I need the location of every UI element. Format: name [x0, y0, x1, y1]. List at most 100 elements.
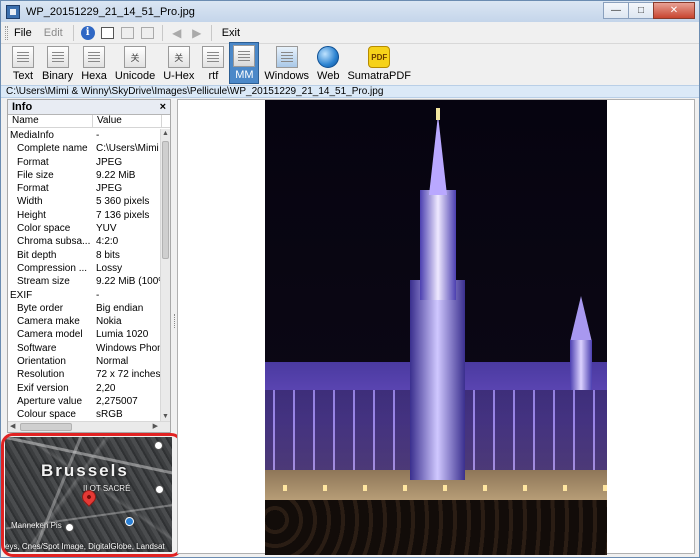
- hex-view-icon: [83, 46, 106, 68]
- scroll-left-icon[interactable]: ◀: [10, 422, 15, 432]
- minimize-button[interactable]: —: [603, 2, 629, 19]
- info-row-name: Software: [17, 342, 57, 354]
- info-row[interactable]: Chroma subsa... 4:2:0: [8, 235, 160, 248]
- info-row[interactable]: Camera make Nokia: [8, 315, 160, 328]
- info-button[interactable]: i: [80, 25, 96, 41]
- info-row-name: Resolution: [17, 369, 65, 381]
- tool-rtf[interactable]: rtf: [199, 44, 227, 84]
- info-row-value: 5 360 pixels: [96, 196, 150, 208]
- image-viewer[interactable]: [177, 99, 695, 555]
- info-row[interactable]: Format JPEG: [8, 182, 160, 195]
- print-button[interactable]: [140, 25, 156, 41]
- photo-tower-upper: [420, 190, 456, 300]
- info-row-name: Camera make: [17, 316, 80, 328]
- info-row-value: sRGB: [96, 409, 123, 421]
- tool-windows[interactable]: Windows: [261, 44, 312, 84]
- scroll-thumb[interactable]: [162, 141, 169, 259]
- hscroll-thumb[interactable]: [20, 423, 72, 431]
- print-icon: [141, 26, 155, 39]
- tool-hexa[interactable]: Hexa: [78, 44, 110, 84]
- tool-mm[interactable]: MM: [229, 42, 260, 84]
- info-section-row[interactable]: EXIF -: [8, 289, 160, 302]
- info-row[interactable]: Compression ... Lossy: [8, 262, 160, 275]
- menu-separator-2: [161, 24, 163, 41]
- info-row[interactable]: Aperture value 2,275007: [8, 395, 160, 408]
- info-row-value: 2,20: [96, 382, 116, 394]
- info-row[interactable]: Complete name C:\Users\Mimi: [8, 142, 160, 155]
- info-list: MediaInfo - Complete name C:\Users\Mimi Form…: [8, 129, 160, 422]
- scroll-up-icon[interactable]: ▲: [161, 129, 170, 138]
- info-row-name: Byte order: [17, 302, 64, 314]
- info-column-headers: Name Value: [8, 115, 170, 128]
- tool-binary[interactable]: Binary: [39, 44, 76, 84]
- tool-web[interactable]: Web: [314, 44, 342, 84]
- tool-sumatrapdf[interactable]: PDF SumatraPDF: [344, 44, 414, 84]
- info-row[interactable]: Color space YUV: [8, 222, 160, 235]
- web-globe-icon: [317, 46, 340, 68]
- close-button[interactable]: ✕: [653, 2, 695, 19]
- info-row-value: Normal: [96, 356, 129, 368]
- menu-bar: File Edit i ◀ ▶ Exit: [1, 22, 699, 44]
- photo-lights: [265, 485, 607, 491]
- tool-u-hex[interactable]: 关 U-Hex: [160, 44, 197, 84]
- info-row[interactable]: Exif version 2,20: [8, 382, 160, 395]
- info-row[interactable]: Orientation Normal: [8, 355, 160, 368]
- info-row-name: Color space: [17, 223, 71, 235]
- info-row-value: Windows Phon: [96, 342, 160, 354]
- tool-text[interactable]: Text: [9, 44, 37, 84]
- info-panel-title: Info: [12, 101, 33, 113]
- info-panel-close-button[interactable]: ×: [160, 100, 166, 114]
- info-row-name: MediaInfo: [10, 130, 54, 141]
- tool-label: Text: [12, 70, 34, 82]
- info-row[interactable]: Height 7 136 pixels: [8, 209, 160, 222]
- map-highlight-annotation: [1, 433, 183, 557]
- window-controls: — □ ✕: [603, 2, 695, 19]
- scroll-down-icon[interactable]: ▼: [161, 412, 170, 421]
- info-row-name: Format: [17, 183, 49, 195]
- photo-grand-place-town-hall: [265, 100, 607, 555]
- info-row[interactable]: Colour space sRGB: [8, 408, 160, 421]
- info-row-name: File size: [17, 169, 54, 181]
- info-horizontal-scrollbar[interactable]: ◀ ▶: [8, 421, 170, 432]
- menu-edit[interactable]: Edit: [38, 27, 69, 39]
- menu-separator-3: [210, 24, 212, 41]
- tool-unicode[interactable]: 关 Unicode: [112, 44, 158, 84]
- info-vertical-scrollbar[interactable]: ▲ ▼: [160, 129, 170, 421]
- photo-crowd: [265, 500, 607, 555]
- photo-tower: [410, 280, 465, 480]
- info-row[interactable]: Stream size 9.22 MiB (100%: [8, 275, 160, 288]
- info-row[interactable]: Byte order Big endian: [8, 302, 160, 315]
- tool-label: Unicode: [114, 70, 156, 82]
- back-button[interactable]: ◀: [169, 25, 185, 41]
- file-path-bar: C:\Users\Mimi & Winny\SkyDrive\Images\Pe…: [1, 85, 699, 98]
- info-row-name: Colour space: [17, 409, 76, 421]
- column-header-value[interactable]: Value: [93, 115, 162, 127]
- text-view-icon: [12, 46, 34, 68]
- rtf-view-icon: [202, 46, 225, 68]
- info-row-value: Big endian: [96, 302, 144, 314]
- info-row[interactable]: Software Windows Phon: [8, 342, 160, 355]
- info-row-name: EXIF: [10, 289, 33, 301]
- info-row[interactable]: Width 5 360 pixels: [8, 195, 160, 208]
- info-row-value: Lumia 1020: [96, 329, 149, 341]
- info-row-value: 2,275007: [96, 395, 138, 407]
- info-row[interactable]: File size 9.22 MiB: [8, 169, 160, 182]
- back-arrow-icon: ◀: [172, 25, 182, 40]
- column-header-name[interactable]: Name: [8, 115, 93, 127]
- menu-exit[interactable]: Exit: [216, 27, 246, 39]
- maximize-button[interactable]: □: [628, 2, 654, 19]
- info-row[interactable]: Camera model Lumia 1020: [8, 328, 160, 341]
- scroll-right-icon[interactable]: ▶: [153, 422, 158, 432]
- info-row-name: Compression ...: [17, 262, 88, 274]
- menu-file[interactable]: File: [8, 27, 38, 39]
- info-row-name: Orientation: [17, 356, 66, 368]
- photo-spire: [429, 115, 447, 195]
- info-row[interactable]: Bit depth 8 bits: [8, 249, 160, 262]
- copy-button[interactable]: [120, 25, 136, 41]
- info-row[interactable]: Format JPEG: [8, 156, 160, 169]
- info-row[interactable]: Resolution 72 x 72 inches: [8, 368, 160, 381]
- info-row-value: JPEG: [96, 183, 123, 195]
- forward-button[interactable]: ▶: [189, 25, 205, 41]
- info-section-row[interactable]: MediaInfo -: [8, 129, 160, 142]
- view-button[interactable]: [100, 25, 116, 41]
